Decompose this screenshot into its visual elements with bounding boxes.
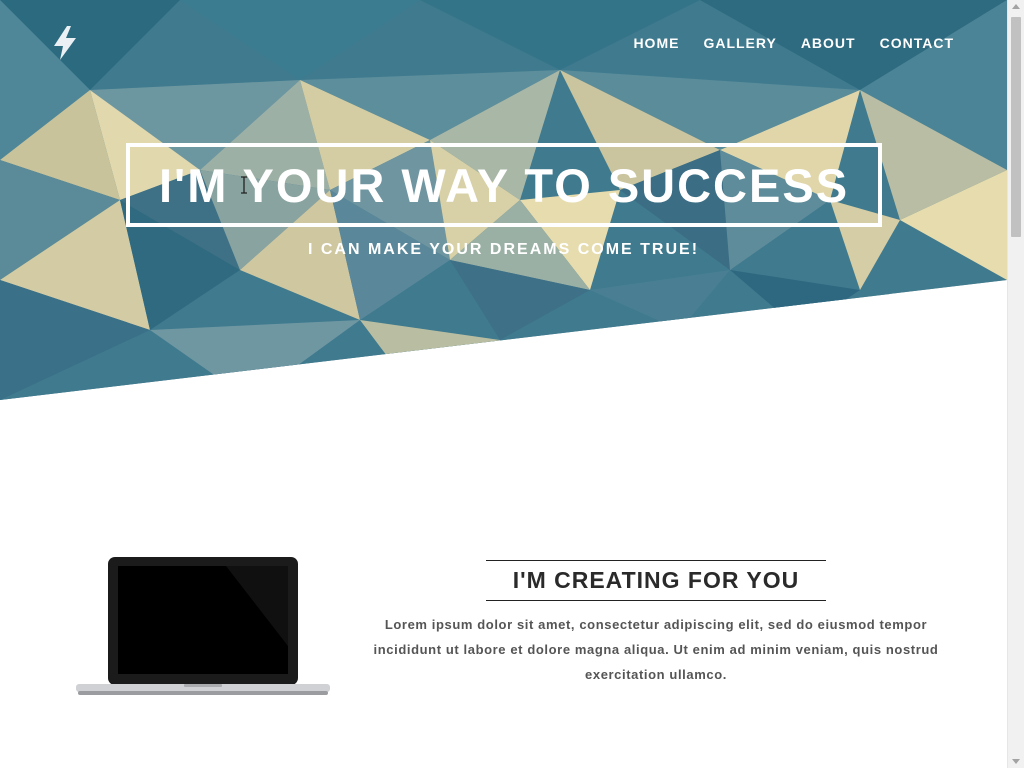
- text-cursor-icon: [241, 176, 247, 194]
- vertical-scrollbar[interactable]: [1007, 0, 1024, 768]
- hero-section: HOME GALLERY ABOUT CONTACT I'M YOUR WAY …: [0, 0, 1007, 400]
- lightning-bolt-icon[interactable]: [52, 26, 78, 60]
- section-title: I'M CREATING FOR YOU: [512, 567, 800, 593]
- hero-subheadline: I CAN MAKE YOUR DREAMS COME TRUE!: [307, 241, 700, 258]
- nav-gallery-link[interactable]: GALLERY: [703, 35, 776, 51]
- scrollbar-thumb[interactable]: [1011, 17, 1021, 237]
- page: HOME GALLERY ABOUT CONTACT I'M YOUR WAY …: [0, 0, 1007, 768]
- nav-contact-link[interactable]: CONTACT: [880, 35, 954, 51]
- section-title-box: I'M CREATING FOR YOU: [486, 560, 826, 601]
- scroll-down-arrow-icon[interactable]: [1012, 759, 1020, 764]
- nav-home-link[interactable]: HOME: [633, 35, 679, 51]
- laptop-image: [76, 557, 330, 695]
- section-body-text: Lorem ipsum dolor sit amet, consectetur …: [373, 617, 939, 682]
- main-nav: HOME GALLERY ABOUT CONTACT: [609, 35, 954, 51]
- scroll-up-arrow-icon[interactable]: [1012, 4, 1020, 9]
- nav-about-link[interactable]: ABOUT: [801, 35, 856, 51]
- hero-headline: I'M YOUR WAY TO SUCCESS: [158, 158, 850, 212]
